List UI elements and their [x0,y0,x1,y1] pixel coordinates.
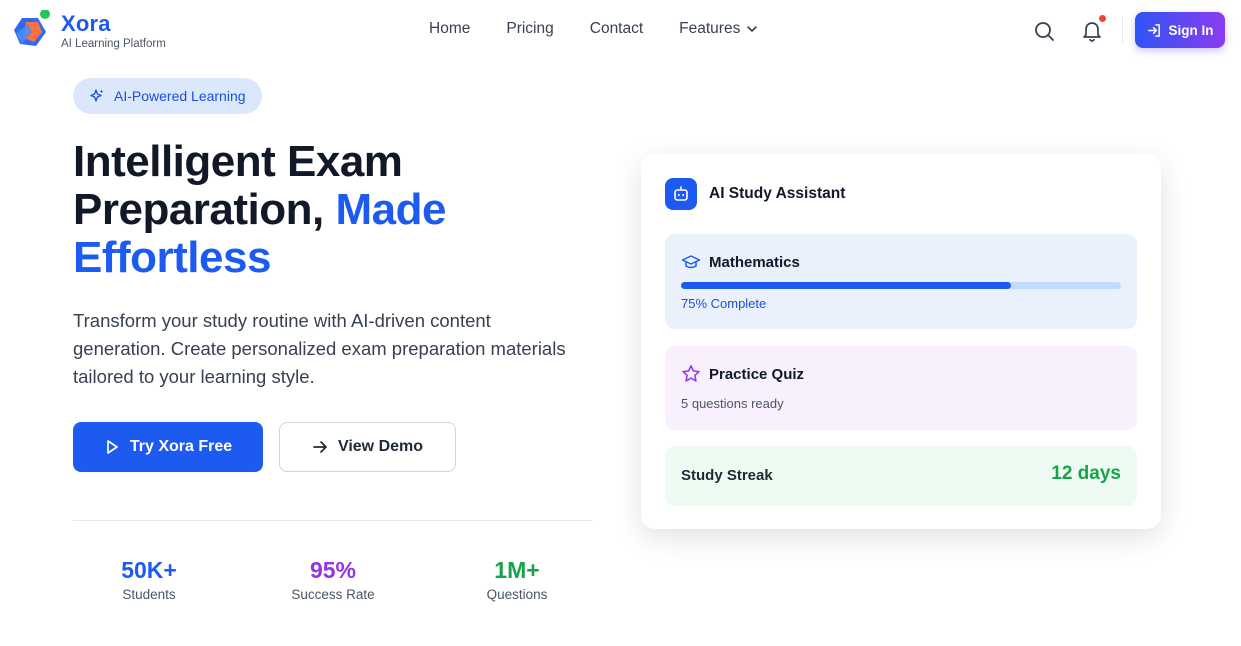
brand[interactable]: Xora AI Learning Platform [61,11,166,51]
xora-logo-icon[interactable] [12,10,50,48]
stat-value: 95% [309,557,357,583]
hero-headline: Intelligent Exam Preparation, Made Effor… [73,138,593,282]
stat-value: 50K+ [121,557,177,583]
try-xora-free-button[interactable]: Try Xora Free [73,422,263,472]
sign-in-label: Sign In [1168,22,1214,38]
nav-features[interactable]: Features [679,20,758,38]
stat-students: 50K+ Students [74,556,224,602]
top-navigation-bar: Xora AI Learning Platform Home Pricing C… [0,0,1241,62]
view-demo-label: View Demo [337,438,424,455]
robot-icon [665,178,697,210]
login-icon [1147,23,1160,37]
graduation-cap-icon [681,255,701,269]
hero-description: Transform your study routine with AI-dri… [73,310,566,387]
brand-name: Xora [61,11,111,36]
notification-dot [1099,15,1106,22]
stat-label: Success Rate [291,587,375,602]
nav-contact[interactable]: Contact [590,20,643,38]
stat-questions: 1M+ Questions [442,556,592,602]
brand-tagline: AI Learning Platform [61,38,166,50]
study-streak-value: 12 days [1051,463,1121,484]
mathematics-progress-panel[interactable]: Mathematics 75% Complete [665,234,1137,329]
stat-label: Students [122,587,176,602]
mathematics-progress-bar [681,282,1121,289]
headline-accent-2: Effortless [73,233,271,282]
practice-quiz-title: Practice Quiz [709,366,805,383]
stat-label: Questions [486,587,548,602]
study-streak-label: Study Streak [681,467,773,484]
view-demo-button[interactable]: View Demo [279,422,456,472]
ai-powered-badge: AI-Powered Learning [73,78,262,114]
nav-home[interactable]: Home [429,20,470,38]
arrow-right-icon [313,441,327,453]
sparkles-icon [90,89,104,102]
chevron-down-icon [747,26,758,32]
headline-line-2: Preparation, [73,185,336,234]
sign-in-button[interactable]: Sign In [1135,12,1225,48]
practice-quiz-panel[interactable]: Practice Quiz 5 questions ready [665,346,1137,430]
ai-study-assistant-card: AI Study Assistant Mathematics 75% Compl… [641,154,1161,529]
star-icon [682,365,700,382]
practice-quiz-subtitle: 5 questions ready [681,396,784,411]
assistant-title: AI Study Assistant [709,185,846,202]
main-nav: Home Pricing Contact Features [429,20,758,38]
try-xora-free-label: Try Xora Free [129,438,233,455]
badge-label: AI-Powered Learning [114,88,246,104]
mathematics-progress-fill [681,282,1011,289]
stats-divider [73,520,593,521]
nav-pricing[interactable]: Pricing [506,20,553,38]
study-streak-panel: Study Streak 12 days [665,446,1137,506]
mathematics-progress-text: 75% Complete [681,296,767,311]
mathematics-title: Mathematics [709,254,800,271]
search-icon[interactable] [1032,19,1056,43]
nav-features-label: Features [679,20,741,37]
stat-success-rate: 95% Success Rate [258,556,408,602]
stat-value: 1M+ [494,557,540,583]
headline-line-1: Intelligent Exam [73,137,403,186]
play-icon [107,440,118,454]
header-divider [1122,16,1123,44]
headline-accent-1: Made [335,185,446,234]
